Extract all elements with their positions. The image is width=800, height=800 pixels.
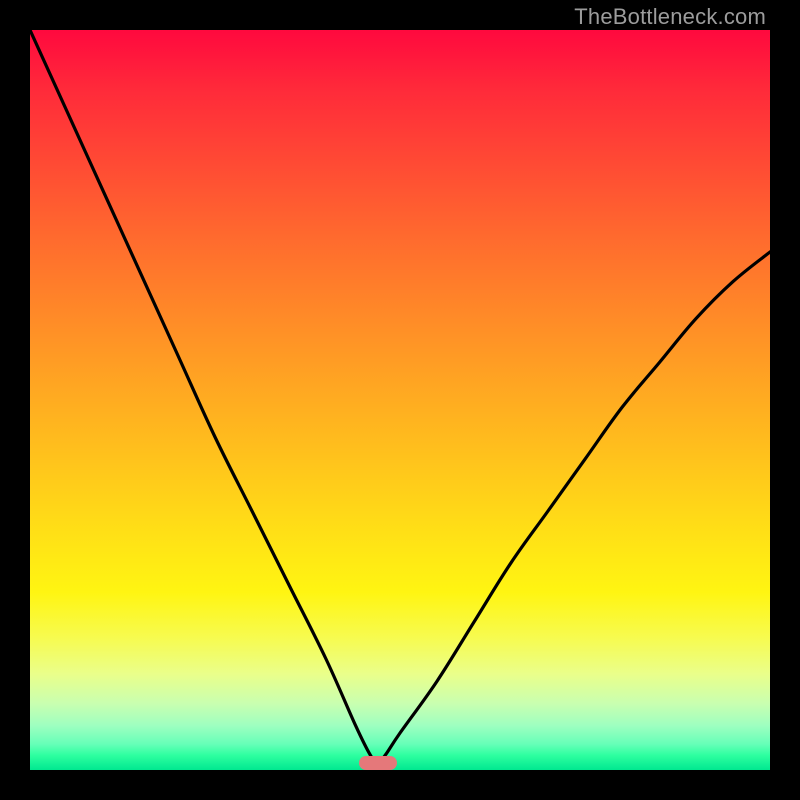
chart-frame: TheBottleneck.com <box>0 0 800 800</box>
bottleneck-curve-path <box>30 30 770 763</box>
plot-area <box>30 30 770 770</box>
curve-svg <box>30 30 770 770</box>
watermark-text: TheBottleneck.com <box>574 4 766 30</box>
optimum-marker <box>359 756 397 770</box>
